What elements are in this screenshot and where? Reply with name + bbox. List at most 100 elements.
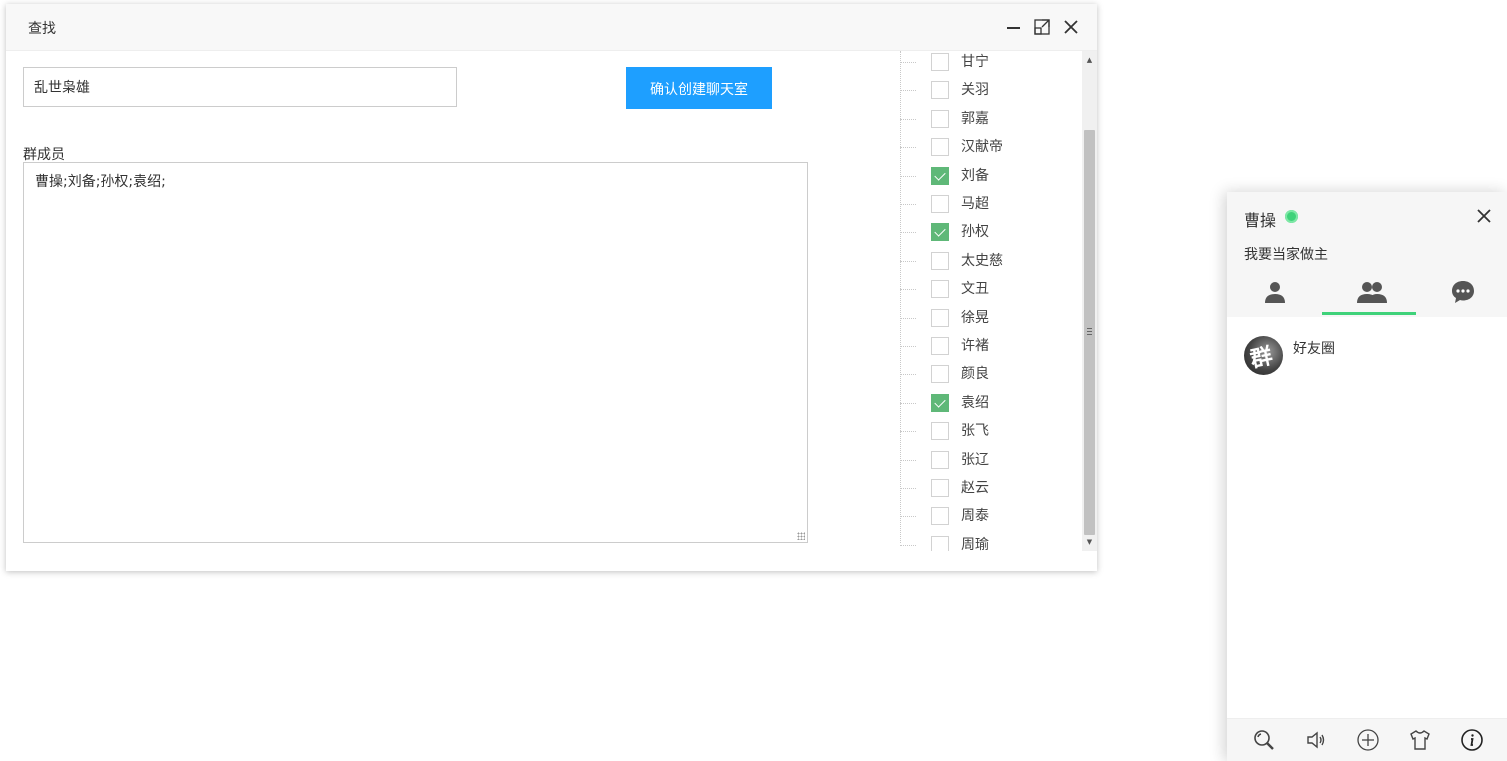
member-name: 关羽 — [961, 82, 989, 99]
resize-grip-icon[interactable] — [797, 532, 805, 540]
tree-item[interactable]: 太史慈 — [900, 251, 1080, 273]
member-checkbox[interactable] — [931, 280, 949, 299]
dialog-titlebar: 查找 — [6, 4, 1097, 51]
member-name: 徐晃 — [961, 309, 989, 326]
tree-item[interactable]: 汉献帝 — [900, 137, 1080, 159]
tree-item[interactable]: 文丑 — [900, 279, 1080, 301]
tree-item[interactable]: 袁绍 — [900, 393, 1080, 415]
scroll-down-arrow-icon[interactable]: ▼ — [1082, 535, 1097, 549]
group-list-item[interactable]: 群 好友圈 — [1227, 329, 1507, 379]
create-chatroom-dialog: 查找 确认创建聊天室 群成员 曹操;刘备;孙权;袁绍; 甘宁关羽郭嘉汉献帝刘备马… — [6, 4, 1097, 571]
skin-icon[interactable] — [1408, 728, 1432, 752]
scroll-up-arrow-icon[interactable]: ▲ — [1082, 53, 1097, 67]
tree-branch-line — [900, 232, 916, 234]
member-checkbox[interactable] — [931, 450, 949, 469]
member-name: 郭嘉 — [961, 110, 989, 127]
tree-branch-line — [900, 118, 916, 120]
tree-branch-line — [900, 289, 916, 291]
active-tab-indicator — [1322, 312, 1416, 315]
group-name-input[interactable] — [23, 67, 457, 107]
member-checkbox-checked[interactable] — [931, 393, 949, 412]
group-icon — [1357, 282, 1387, 303]
info-icon[interactable] — [1460, 728, 1484, 752]
tree-item[interactable]: 马超 — [900, 194, 1080, 216]
current-username: 曹操 — [1244, 211, 1277, 230]
tree-branch-line — [900, 488, 916, 489]
member-checkbox[interactable] — [931, 53, 949, 71]
speaker-icon[interactable] — [1304, 728, 1328, 752]
tree-item[interactable]: 甘宁 — [900, 52, 1080, 74]
tree-item[interactable]: 刘备 — [900, 166, 1080, 188]
tree-item[interactable]: 颜良 — [900, 364, 1080, 386]
tab-friends[interactable] — [1228, 275, 1322, 315]
group-name: 好友圈 — [1293, 341, 1335, 357]
member-checkbox-checked[interactable] — [931, 166, 949, 185]
minimize-icon[interactable] — [1004, 17, 1024, 37]
tree-branch-line — [900, 90, 916, 92]
dialog-title: 查找 — [28, 21, 56, 37]
tree-branch-line — [900, 544, 916, 546]
im-panel-header: 曹操 我要当家做主 — [1227, 192, 1507, 317]
tree-branch-line — [900, 260, 916, 262]
member-checkbox[interactable] — [931, 138, 949, 157]
search-icon[interactable] — [1252, 728, 1276, 752]
member-checkbox[interactable] — [931, 251, 949, 270]
member-name: 颜良 — [961, 366, 989, 383]
member-name: 刘备 — [961, 167, 989, 184]
online-status-icon[interactable] — [1285, 210, 1298, 223]
tree-item[interactable]: 郭嘉 — [900, 109, 1080, 131]
tree-branch-line — [900, 62, 916, 63]
tab-groups[interactable] — [1322, 275, 1416, 315]
tree-item[interactable]: 孙权 — [900, 222, 1080, 244]
close-icon[interactable] — [1061, 17, 1081, 37]
tree-branch-line — [900, 459, 916, 461]
add-icon[interactable] — [1356, 728, 1380, 752]
tree-branch-line — [900, 402, 916, 404]
close-icon[interactable] — [1474, 206, 1494, 226]
member-name: 汉献帝 — [961, 139, 1003, 156]
member-checkbox[interactable] — [931, 422, 949, 441]
tree-scrollbar[interactable]: ▲ ▼ — [1082, 51, 1097, 551]
tree-item[interactable]: 周泰 — [900, 506, 1080, 528]
tree-branch-line — [900, 346, 916, 347]
members-text: 曹操;刘备;孙权;袁绍; — [35, 174, 166, 190]
tab-recent-chats[interactable] — [1416, 275, 1507, 315]
members-textarea[interactable]: 曹操;刘备;孙权;袁绍; — [23, 162, 808, 543]
create-chatroom-button[interactable]: 确认创建聊天室 — [626, 67, 772, 109]
tree-item[interactable]: 张飞 — [900, 421, 1080, 443]
member-checkbox[interactable] — [931, 535, 949, 551]
member-name: 马超 — [961, 196, 989, 212]
member-checkbox[interactable] — [931, 479, 949, 497]
scrollbar-thumb[interactable] — [1084, 130, 1095, 535]
member-checkbox[interactable] — [931, 337, 949, 355]
tree-item[interactable]: 许褚 — [900, 336, 1080, 358]
tree-branch-line — [900, 516, 916, 518]
tree-branch-line — [900, 374, 916, 376]
member-checkbox[interactable] — [931, 507, 949, 526]
member-checkbox[interactable] — [931, 195, 949, 213]
member-checkbox[interactable] — [931, 365, 949, 384]
user-signature: 我要当家做主 — [1244, 247, 1328, 263]
member-checkbox[interactable] — [931, 81, 949, 100]
member-name: 甘宁 — [961, 54, 989, 70]
member-tree: 甘宁关羽郭嘉汉献帝刘备马超孙权太史慈文丑徐晃许褚颜良袁绍张飞张辽赵云周泰周瑜 — [886, 51, 1082, 551]
tree-item[interactable]: 赵云 — [900, 478, 1080, 500]
tree-item[interactable]: 徐晃 — [900, 308, 1080, 330]
member-name: 周泰 — [961, 508, 989, 525]
member-checkbox[interactable] — [931, 308, 949, 327]
members-label: 群成员 — [23, 147, 65, 163]
tree-branch-line — [900, 175, 916, 177]
group-avatar: 群 — [1244, 336, 1283, 375]
tree-item[interactable]: 关羽 — [900, 80, 1080, 102]
member-checkbox[interactable] — [931, 109, 949, 128]
member-name: 赵云 — [961, 480, 989, 496]
member-checkbox-checked[interactable] — [931, 223, 949, 242]
tree-item[interactable]: 张辽 — [900, 450, 1080, 472]
tree-branch-line — [900, 147, 916, 149]
scrollbar-grip-icon — [1087, 328, 1092, 335]
member-name: 许褚 — [961, 338, 989, 354]
member-name: 孙权 — [961, 224, 989, 241]
tree-item[interactable]: 周瑜 — [900, 535, 1080, 551]
im-main-panel: 曹操 我要当家做主 群 好友圈 — [1227, 192, 1507, 761]
maximize-icon[interactable] — [1032, 17, 1052, 37]
